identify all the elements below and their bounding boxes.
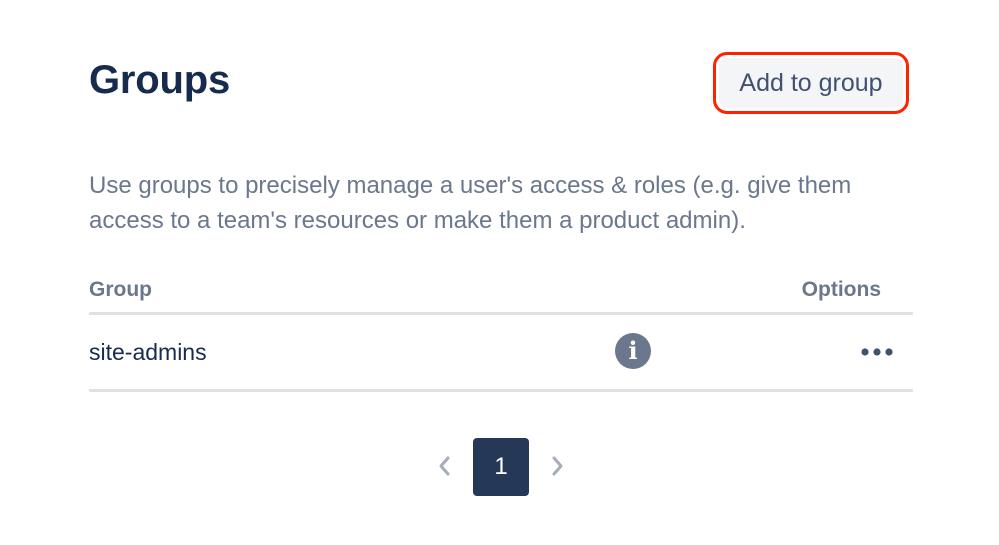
groups-table: Group Options site-admins i (89, 272, 913, 392)
previous-page-button[interactable] (433, 450, 457, 482)
column-header-options: Options (801, 278, 881, 301)
page-number-current[interactable]: 1 (473, 438, 529, 496)
group-name-cell[interactable]: site-admins (89, 339, 207, 366)
chevron-left-icon (439, 456, 450, 476)
groups-header: Groups Add to group (89, 52, 913, 114)
info-icon[interactable]: i (615, 333, 651, 369)
page-title: Groups (89, 58, 231, 102)
column-header-group: Group (89, 278, 152, 301)
next-page-button[interactable] (545, 450, 569, 482)
pagination: 1 (89, 438, 913, 496)
add-to-group-button[interactable]: Add to group (713, 52, 909, 114)
more-options-button[interactable] (855, 337, 899, 367)
table-row: site-admins i (89, 315, 913, 392)
table-header: Group Options (89, 272, 913, 315)
groups-panel: Groups Add to group Use groups to precis… (89, 0, 913, 545)
chevron-right-icon (552, 456, 563, 476)
more-horizontal-icon (861, 348, 893, 356)
groups-description: Use groups to precisely manage a user's … (89, 172, 852, 234)
